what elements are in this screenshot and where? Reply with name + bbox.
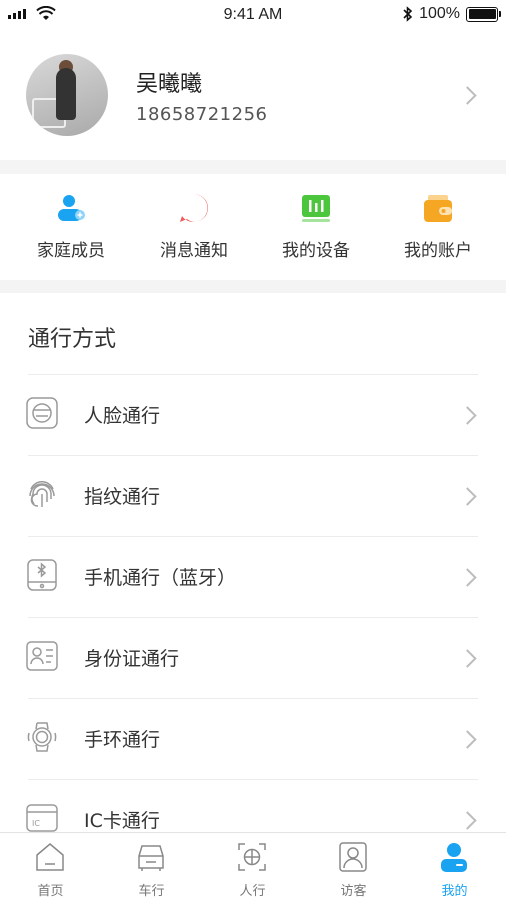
access-label: 人脸通行 (84, 405, 161, 427)
home-icon (36, 843, 64, 871)
fingerprint-icon (29, 481, 55, 507)
wallet-icon (424, 195, 452, 222)
avatar[interactable] (26, 54, 108, 136)
access-bluetooth-phone[interactable]: 手机通行（蓝牙） (0, 536, 506, 617)
access-label: 指纹通行 (84, 486, 161, 508)
quick-my-devices[interactable]: 我的设备 (253, 174, 379, 280)
chevron-right-icon (458, 649, 477, 668)
quick-actions: 家庭成员 消息通知 我的设备 我的账户 (0, 174, 506, 280)
chevron-right-icon (458, 730, 477, 749)
chevron-right-icon (458, 811, 477, 830)
quick-label: 家庭成员 (37, 241, 105, 261)
quick-messages[interactable]: 消息通知 (131, 174, 257, 280)
chevron-right-icon (458, 86, 477, 105)
access-label: IC卡通行 (84, 810, 160, 832)
quick-my-account[interactable]: 我的账户 (375, 174, 501, 280)
tab-bar: 首页 车行 人行 访客 我的 (0, 832, 506, 900)
access-methods-section: 通行方式 人脸通行 指纹通行 手机通行（蓝牙） 身份证通行 手环通行 IC IC… (0, 293, 506, 833)
car-icon (138, 845, 164, 871)
quick-label: 我的账户 (404, 241, 472, 261)
tab-label: 人行 (239, 884, 266, 899)
face-scan-icon (238, 843, 266, 871)
user-name: 吴曦曦 (136, 72, 203, 97)
tab-vehicle[interactable]: 车行 (101, 833, 202, 900)
tab-mine[interactable]: 我的 (404, 833, 505, 900)
battery-icon (466, 6, 501, 22)
access-label: 手机通行（蓝牙） (84, 567, 237, 589)
ic-card-icon: IC (26, 804, 58, 832)
wristband-icon (27, 722, 57, 752)
profile-card[interactable]: 吴曦曦 18658721256 (0, 30, 506, 160)
access-wristband[interactable]: 手环通行 (0, 698, 506, 779)
access-ic-card[interactable]: IC IC卡通行 (0, 779, 506, 833)
access-label: 手环通行 (84, 729, 161, 751)
user-phone: 18658721256 (136, 104, 268, 125)
access-label: 身份证通行 (84, 648, 180, 670)
chevron-right-icon (458, 568, 477, 587)
tab-visitor[interactable]: 访客 (303, 833, 404, 900)
family-member-icon (58, 195, 85, 221)
tab-label: 车行 (138, 884, 165, 899)
face-icon (26, 397, 58, 429)
bluetooth-phone-icon (27, 559, 57, 591)
battery-percent: 100% (419, 5, 460, 22)
message-icon (180, 194, 208, 222)
tab-label: 访客 (340, 884, 367, 899)
quick-label: 消息通知 (160, 241, 228, 261)
svg-text:IC: IC (32, 819, 40, 828)
chevron-right-icon (458, 487, 477, 506)
visitor-icon (339, 842, 367, 872)
quick-label: 我的设备 (282, 241, 350, 261)
access-fingerprint[interactable]: 指纹通行 (0, 455, 506, 536)
tab-label: 首页 (37, 884, 64, 899)
status-bar: 9:41 AM 100% (0, 0, 506, 30)
quick-family-members[interactable]: 家庭成员 (8, 174, 134, 280)
tab-label: 我的 (441, 884, 468, 899)
device-icon (302, 195, 330, 222)
id-card-icon (26, 641, 58, 671)
access-face[interactable]: 人脸通行 (0, 374, 506, 455)
profile-icon (441, 843, 467, 872)
tab-home[interactable]: 首页 (0, 833, 101, 900)
access-id-card[interactable]: 身份证通行 (0, 617, 506, 698)
bluetooth-status-icon (403, 6, 413, 22)
chevron-right-icon (458, 406, 477, 425)
section-title: 通行方式 (28, 327, 117, 352)
tab-pedestrian[interactable]: 人行 (202, 833, 303, 900)
